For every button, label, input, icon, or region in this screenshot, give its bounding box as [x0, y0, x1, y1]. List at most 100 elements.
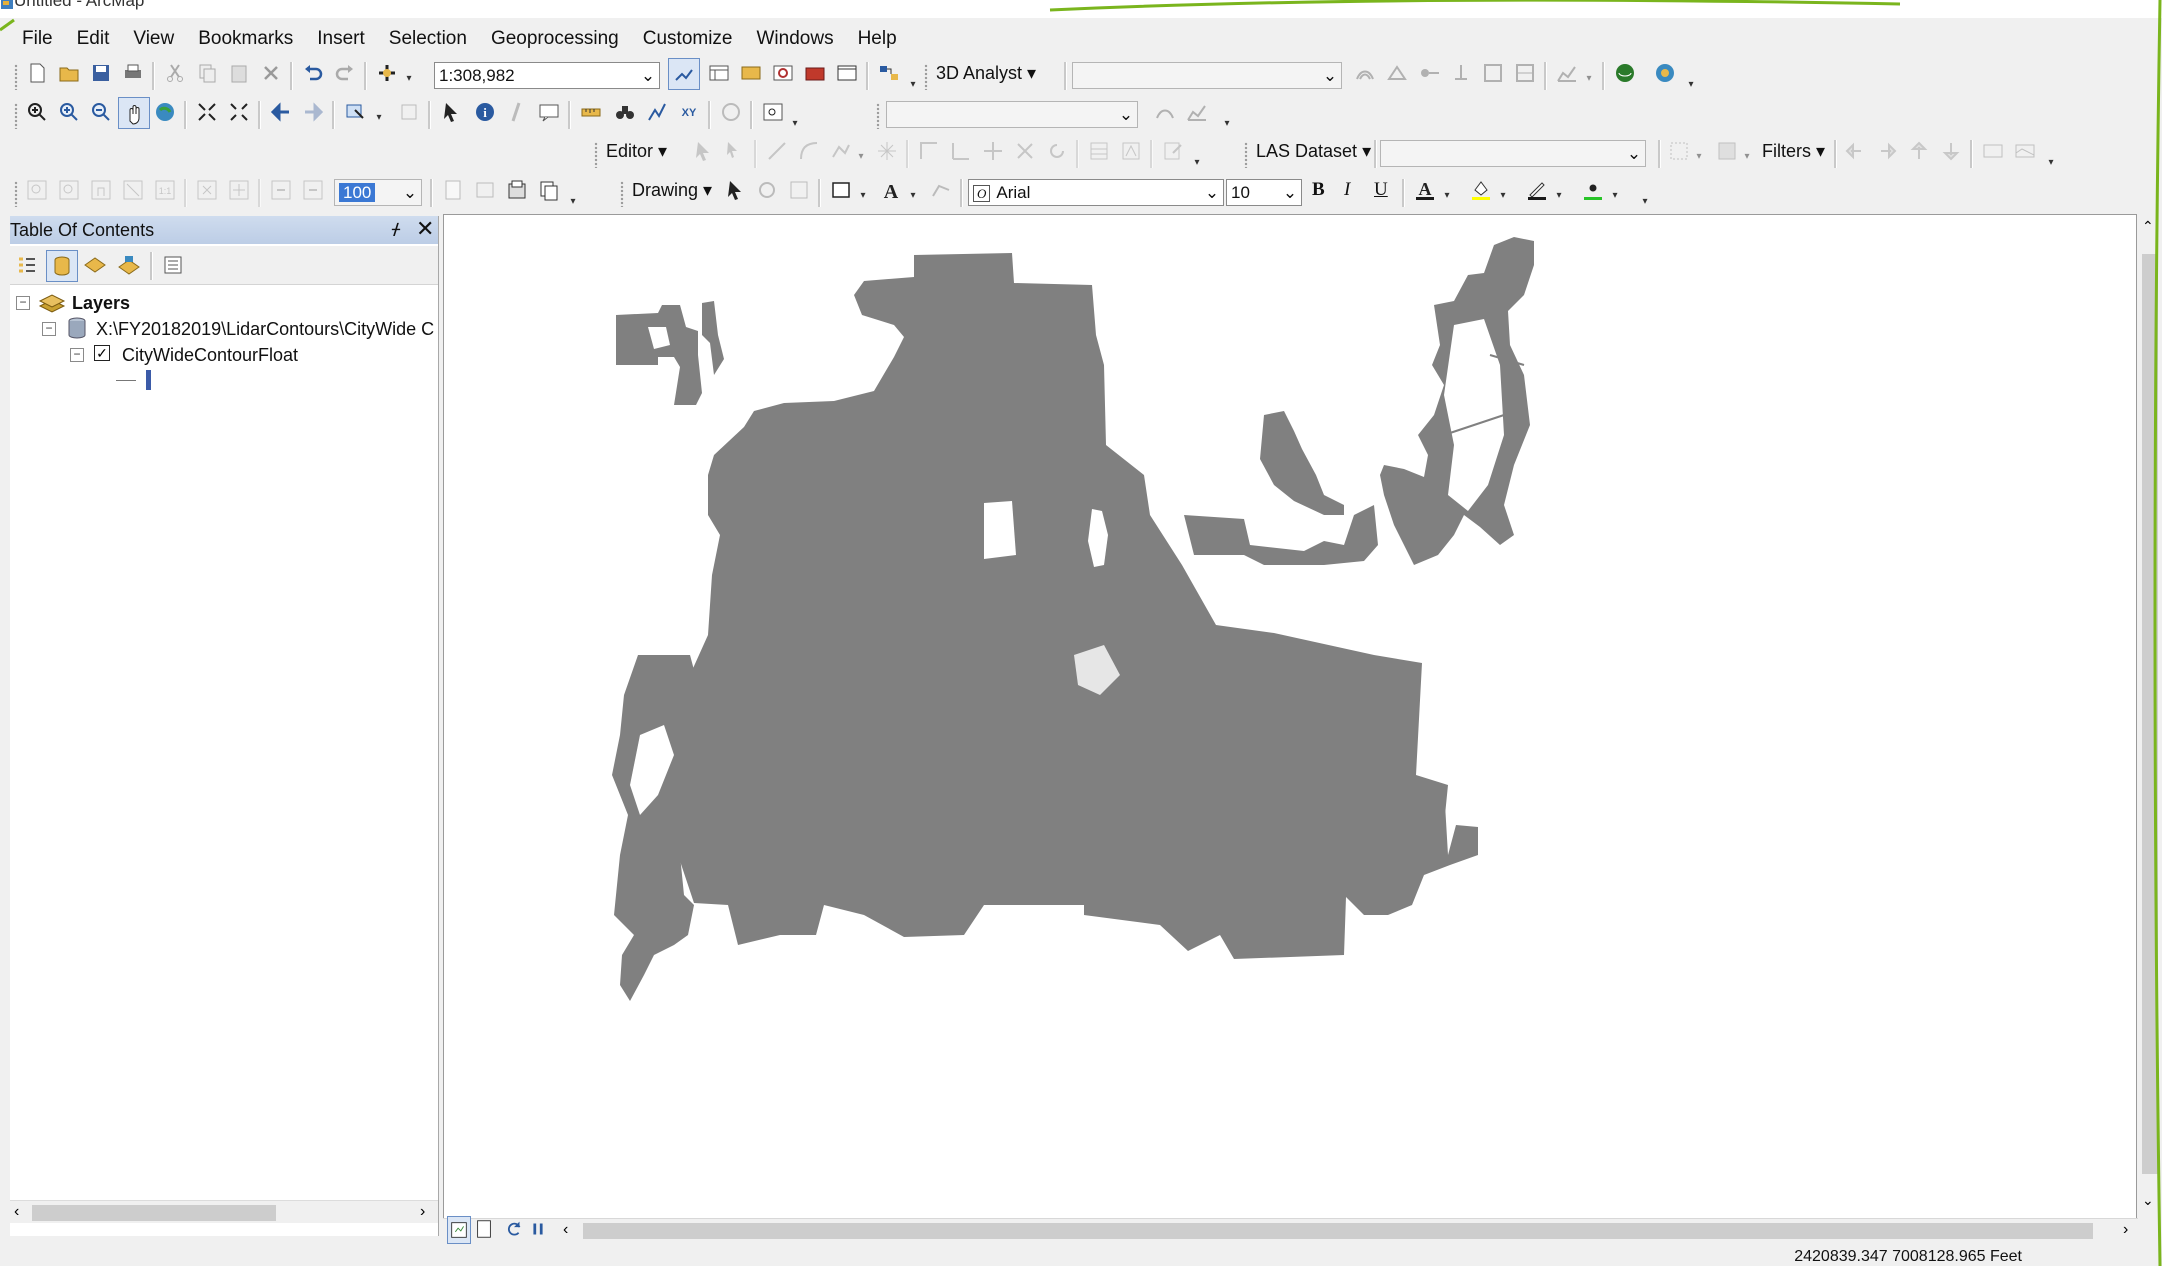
3d-view-icon[interactable]	[2010, 136, 2040, 166]
data-driven-pages-icon[interactable]	[534, 175, 564, 205]
segment-dropdown-icon[interactable]: ▾	[854, 132, 868, 162]
menu-file[interactable]: File	[10, 24, 65, 54]
edit-vertices-drawing-icon[interactable]	[926, 175, 956, 205]
focus-data-frame-icon[interactable]	[470, 175, 500, 205]
layer-name-label[interactable]: CityWideContourFloat	[122, 342, 298, 368]
find-binoculars-icon[interactable]	[610, 97, 640, 127]
split-tool-icon[interactable]	[1010, 136, 1040, 166]
rotate-tool-icon[interactable]	[1042, 136, 1072, 166]
select-elements-arrow-icon[interactable]	[436, 97, 466, 127]
scroll-right-icon[interactable]: ›	[2123, 1219, 2128, 1241]
full-extent-globe-icon[interactable]	[150, 97, 180, 127]
toc-options-icon[interactable]	[158, 250, 188, 280]
chevron-down-icon[interactable]: ⌄	[637, 63, 659, 88]
map-display[interactable]	[443, 214, 2137, 1220]
surface-symbology-icon[interactable]	[1712, 136, 1742, 166]
print-icon[interactable]	[118, 58, 148, 88]
toc-horizontal-scrollbar[interactable]: ‹ ›	[10, 1200, 438, 1223]
font-color-dropdown-icon[interactable]: ▾	[1440, 171, 1454, 201]
list-by-selection-icon[interactable]	[114, 250, 144, 280]
trace-icon[interactable]	[826, 136, 856, 166]
next-extent-layout-icon[interactable]	[298, 175, 328, 205]
scroll-left-icon[interactable]: ‹	[14, 1201, 19, 1223]
edit-tool-icon[interactable]	[688, 136, 718, 166]
scroll-thumb[interactable]	[32, 1205, 276, 1221]
scroll-right-icon[interactable]: ›	[420, 1201, 425, 1223]
model-builder-icon[interactable]	[874, 58, 904, 88]
toolbar-grip[interactable]	[620, 181, 624, 207]
surface-dropdown-icon[interactable]: ▾	[1740, 132, 1754, 162]
profile-graph-icon[interactable]	[1552, 58, 1582, 88]
rotate-element-icon[interactable]	[752, 175, 782, 205]
change-layout-icon[interactable]	[502, 175, 532, 205]
fixed-zoom-in-icon[interactable]	[22, 97, 52, 127]
menu-view[interactable]: View	[121, 24, 186, 54]
text-dropdown-icon[interactable]: ▾	[906, 171, 920, 201]
font-color-icon[interactable]: A	[1410, 175, 1440, 205]
zoom-in-icon[interactable]	[54, 97, 84, 127]
point-profile-icon[interactable]	[1446, 58, 1476, 88]
paste-icon[interactable]	[224, 58, 254, 88]
toolbar-options-icon[interactable]: ▾	[906, 60, 920, 90]
scroll-left-icon[interactable]: ‹	[563, 1219, 568, 1241]
toolbar-grip[interactable]	[924, 64, 928, 90]
undo-icon[interactable]	[298, 58, 328, 88]
edit-annotation-icon[interactable]	[720, 136, 750, 166]
marker-color-dropdown-icon[interactable]: ▾	[1608, 171, 1622, 201]
list-by-drawing-order-icon[interactable]	[12, 250, 42, 280]
reshape-feature-icon[interactable]	[946, 136, 976, 166]
toolbar-grip[interactable]	[14, 103, 18, 129]
layer-collapse-toggle[interactable]: −	[70, 348, 84, 362]
toolbar-grip[interactable]	[1244, 142, 1248, 168]
drawing-menu[interactable]: Drawing ▾	[632, 175, 712, 205]
html-popup-icon[interactable]	[534, 97, 564, 127]
zoom-whole-page-icon[interactable]	[118, 175, 148, 205]
chevron-down-icon[interactable]: ⌄	[1201, 180, 1223, 205]
select-elements-icon[interactable]	[720, 175, 750, 205]
point-symbology-icon[interactable]	[1664, 136, 1694, 166]
layout-zoom-in-icon[interactable]	[22, 175, 52, 205]
map-horizontal-scrollbar[interactable]: ‹ ›	[443, 1216, 2138, 1244]
line-color-dropdown-icon[interactable]: ▾	[1552, 171, 1566, 201]
toolbar-options-icon[interactable]: ▾	[1638, 177, 1652, 207]
menu-customize[interactable]: Customize	[631, 24, 745, 54]
hyperlink-icon[interactable]	[502, 97, 532, 127]
arrow-down-icon[interactable]	[1936, 136, 1966, 166]
open-folder-icon[interactable]	[54, 58, 84, 88]
toolbar-options-icon[interactable]: ▾	[1684, 60, 1698, 90]
map-scale-combo[interactable]: 1:308,982 ⌄	[434, 62, 660, 89]
sketch-properties-icon[interactable]	[1116, 136, 1146, 166]
refresh-view-icon[interactable]	[503, 1216, 525, 1242]
chevron-down-icon[interactable]: ⌄	[1279, 180, 1301, 205]
layout-zoom-out-icon[interactable]	[54, 175, 84, 205]
pin-icon[interactable]: ᚋ	[392, 216, 400, 244]
fixed-zoom-in-layout-icon[interactable]	[192, 175, 222, 205]
underline-button[interactable]: U	[1374, 175, 1388, 205]
city-contour-map[interactable]	[444, 215, 2136, 1219]
menu-edit[interactable]: Edit	[65, 24, 122, 54]
point-icon[interactable]	[872, 136, 902, 166]
layers-collapse-toggle[interactable]: −	[16, 296, 30, 310]
shape-dropdown-icon[interactable]: ▾	[856, 171, 870, 201]
python-window-icon[interactable]	[832, 58, 862, 88]
delete-icon[interactable]	[256, 58, 286, 88]
toolbar-grip[interactable]	[14, 181, 18, 207]
interpolate-line-icon[interactable]	[1478, 58, 1508, 88]
pause-drawing-icon[interactable]	[527, 1216, 549, 1242]
menu-selection[interactable]: Selection	[377, 24, 479, 54]
italic-button[interactable]: I	[1344, 175, 1350, 205]
text-tool-icon[interactable]: A	[876, 175, 906, 205]
zoom-out-icon[interactable]	[86, 97, 116, 127]
chevron-down-icon[interactable]: ⌄	[1115, 102, 1137, 127]
toolbar-options-icon[interactable]: ▾	[1190, 138, 1204, 168]
add-data-dropdown-icon[interactable]: ▾	[402, 54, 416, 84]
list-by-visibility-icon[interactable]	[80, 250, 110, 280]
data-view-icon[interactable]	[447, 1216, 471, 1244]
straight-segment-icon[interactable]	[762, 136, 792, 166]
font-size-combo[interactable]: 10 ⌄	[1226, 179, 1302, 206]
toolbar-grip[interactable]	[594, 142, 598, 168]
fill-color-dropdown-icon[interactable]: ▾	[1496, 171, 1510, 201]
bold-button[interactable]: B	[1312, 175, 1325, 205]
arcscene-icon[interactable]	[1610, 58, 1640, 88]
layout-pan-icon[interactable]	[86, 175, 116, 205]
